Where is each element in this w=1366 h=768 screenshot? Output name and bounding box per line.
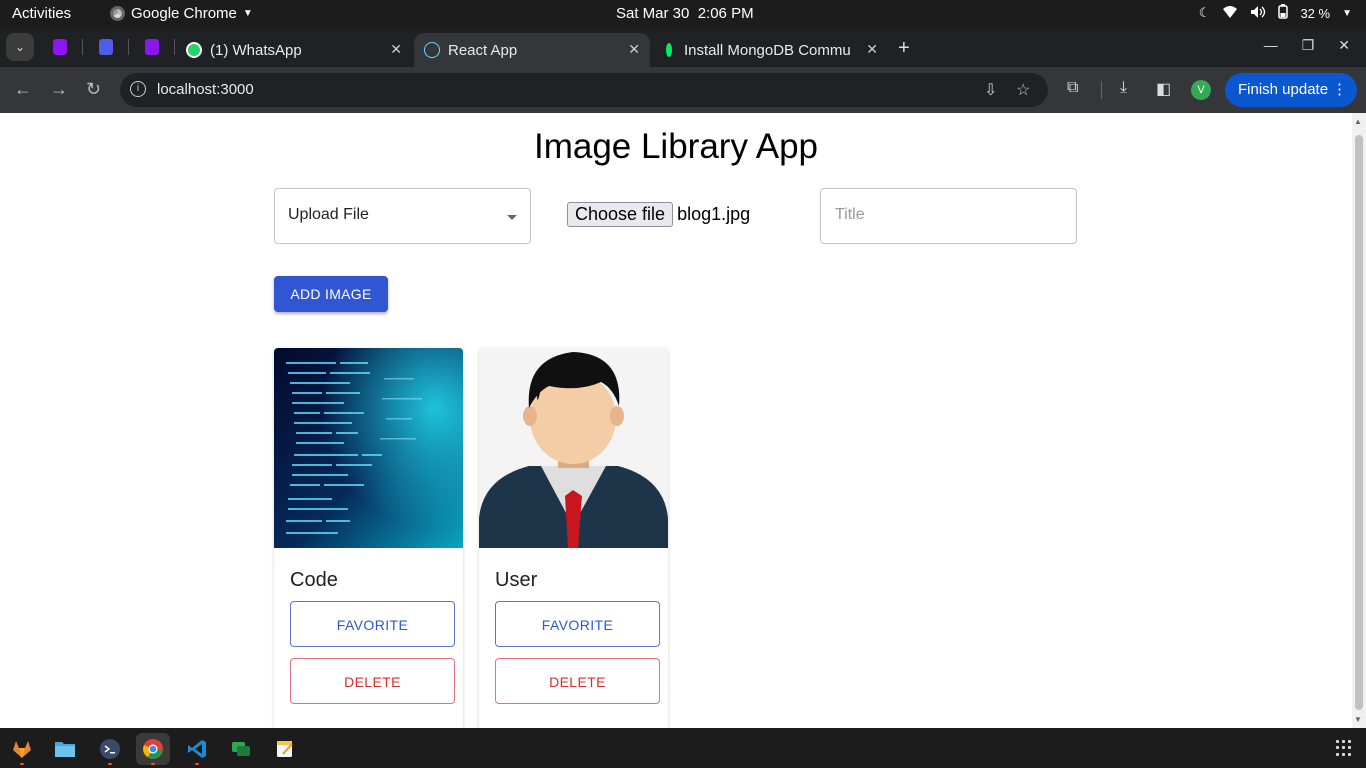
gitlab-icon[interactable] <box>5 733 39 765</box>
system-top-bar: Activities Google Chrome ▼ Sat Mar 30 2:… <box>0 0 1366 27</box>
tab-whatsapp[interactable]: (1) WhatsApp ✕ <box>176 33 412 67</box>
system-tray[interactable]: ☾ 32 % ▼ <box>1199 4 1352 22</box>
upload-file-select[interactable]: Upload File <box>274 188 531 244</box>
page-title: Image Library App <box>533 127 819 166</box>
image-card: User FAVORITE DELETE <box>479 348 668 728</box>
browser-toolbar: ← → ↻ i localhost:3000 ⇩ ☆ ⧉ ⤓ ◧ V Finis… <box>0 67 1366 113</box>
clock[interactable]: Sat Mar 30 2:06 PM <box>616 5 754 22</box>
maximize-icon[interactable]: ❐ <box>1302 37 1315 54</box>
files-icon[interactable] <box>48 733 82 765</box>
chrome-icon <box>110 6 125 21</box>
back-icon[interactable]: ← <box>14 79 32 100</box>
minimize-icon[interactable]: — <box>1264 37 1278 54</box>
pinned-tab-icon[interactable] <box>53 39 67 55</box>
select-value: Upload File <box>288 206 369 223</box>
more-vert-icon: ⋮ <box>1332 81 1347 98</box>
new-tab-button[interactable]: + <box>898 37 910 60</box>
reload-icon[interactable]: ↻ <box>86 79 101 100</box>
vscode-icon[interactable] <box>180 733 214 765</box>
battery-icon <box>1278 4 1289 22</box>
activities-button[interactable]: Activities <box>12 5 71 22</box>
file-picker: Choose file blog1.jpg <box>567 202 750 227</box>
chrome-icon[interactable] <box>136 733 170 765</box>
profile-avatar[interactable]: V <box>1191 80 1211 100</box>
app-menu[interactable]: Google Chrome ▼ <box>110 5 253 22</box>
tab-label: Install MongoDB Commu <box>684 41 851 59</box>
page-viewport: Image Library App Upload File Choose fil… <box>0 113 1352 728</box>
battery-percent: 32 % <box>1300 5 1331 21</box>
scrollbar-thumb[interactable] <box>1355 135 1363 710</box>
scroll-up-icon[interactable]: ▲ <box>1354 117 1362 126</box>
close-icon[interactable]: ✕ <box>628 41 640 58</box>
favorite-button[interactable]: FAVORITE <box>290 601 455 647</box>
add-image-button[interactable]: ADD IMAGE <box>274 276 388 312</box>
close-icon[interactable]: ✕ <box>390 41 402 58</box>
show-apps-icon[interactable] <box>1336 740 1352 756</box>
caret-down-icon: ▼ <box>242 8 253 19</box>
delete-button[interactable]: DELETE <box>495 658 660 704</box>
close-window-icon[interactable]: ✕ <box>1338 37 1350 54</box>
extensions-icon[interactable]: ⧉ <box>1067 79 1078 97</box>
choose-file-button[interactable]: Choose file <box>567 202 674 227</box>
address-bar[interactable]: i localhost:3000 ⇩ ☆ <box>120 73 1048 107</box>
app-menu-label: Google Chrome <box>131 5 237 22</box>
pinned-tab-docs-icon[interactable] <box>99 39 113 55</box>
image-card: Code FAVORITE DELETE <box>274 348 463 728</box>
scroll-down-icon[interactable]: ▼ <box>1354 715 1362 724</box>
delete-button[interactable]: DELETE <box>290 658 455 704</box>
chat-icon[interactable] <box>224 733 258 765</box>
tab-strip: ⌄ (1) WhatsApp ✕ React App ✕ Install Mon… <box>0 27 1366 67</box>
page-scrollbar[interactable]: ▲ ▼ <box>1352 113 1366 728</box>
forward-icon[interactable]: → <box>50 79 68 100</box>
mongodb-leaf-icon <box>666 43 672 57</box>
tab-divider <box>82 39 83 55</box>
whatsapp-icon <box>186 42 202 58</box>
toolbar-divider <box>1101 81 1102 99</box>
tab-divider <box>174 39 175 55</box>
running-indicator <box>151 763 155 765</box>
downloads-icon[interactable]: ⤓ <box>1120 79 1127 97</box>
tab-label: React App <box>448 41 518 59</box>
tab-search-button[interactable]: ⌄ <box>6 33 34 61</box>
volume-icon <box>1250 5 1266 22</box>
selected-file-name: blog1.jpg <box>677 204 751 224</box>
chevron-down-icon <box>507 215 517 220</box>
user-avatar-image <box>479 348 668 548</box>
caret-down-icon: ▼ <box>1342 7 1352 19</box>
terminal-icon[interactable] <box>93 733 127 765</box>
card-title: Code <box>290 569 338 591</box>
tab-mongodb[interactable]: Install MongoDB Commu ✕ <box>652 33 888 67</box>
finish-update-label: Finish update <box>1238 81 1329 98</box>
running-indicator <box>20 763 24 765</box>
side-panel-icon[interactable]: ◧ <box>1156 79 1171 99</box>
title-input[interactable]: Title <box>820 188 1077 244</box>
running-indicator <box>195 763 199 765</box>
code-screen-image <box>274 348 463 548</box>
url-text[interactable]: localhost:3000 <box>157 81 254 98</box>
taskbar <box>0 728 1366 768</box>
text-editor-icon[interactable] <box>268 733 302 765</box>
bookmark-star-icon[interactable]: ☆ <box>1016 80 1030 100</box>
night-light-icon: ☾ <box>1198 5 1211 20</box>
favorite-button[interactable]: FAVORITE <box>495 601 660 647</box>
finish-update-button[interactable]: Finish update ⋮ <box>1225 73 1357 107</box>
title-placeholder: Title <box>835 206 865 223</box>
wifi-icon <box>1222 5 1238 22</box>
running-indicator <box>108 763 112 765</box>
close-icon[interactable]: ✕ <box>866 41 878 58</box>
window-controls: — ❐ ✕ <box>1264 37 1350 54</box>
install-app-icon[interactable]: ⇩ <box>984 80 997 100</box>
pinned-tab-icon[interactable] <box>145 39 159 55</box>
react-icon <box>424 42 440 58</box>
card-title: User <box>495 569 538 591</box>
tab-react-app[interactable]: React App ✕ <box>414 33 650 67</box>
tab-divider <box>128 39 129 55</box>
site-info-icon[interactable]: i <box>130 81 146 97</box>
tab-label: (1) WhatsApp <box>210 41 302 59</box>
